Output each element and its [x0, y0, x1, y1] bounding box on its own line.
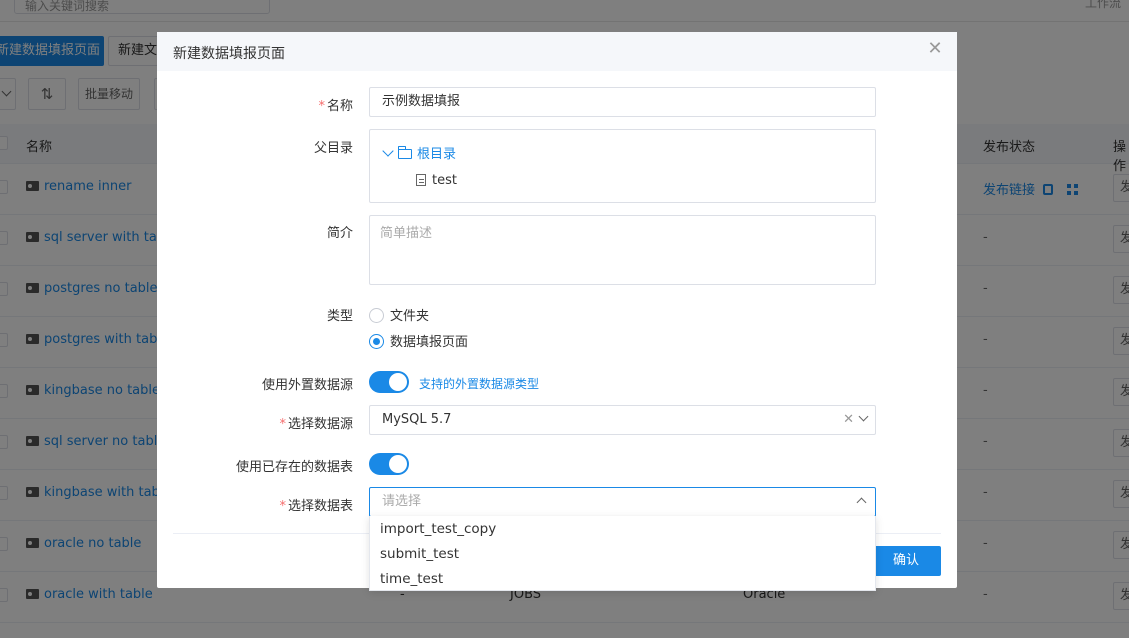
table-select-dropdown: import_test_copy submit_test time_test — [369, 516, 876, 591]
name-label: * 名称 — [157, 95, 353, 114]
radio-button-selected[interactable] — [369, 334, 384, 349]
name-label-text: 名称 — [326, 99, 353, 114]
chevron-down-icon[interactable] — [858, 411, 869, 422]
file-icon — [416, 174, 426, 186]
clear-icon[interactable]: ✕ — [843, 412, 854, 427]
parent-dir-tree: 根目录 test — [369, 129, 876, 203]
table-select[interactable]: 请选择 — [369, 487, 876, 517]
desc-label: 简介 — [326, 226, 353, 241]
ext-source-label: 使用外置数据源 — [261, 378, 353, 393]
desc-textarea[interactable]: 简单描述 — [369, 215, 876, 285]
required-mark: * — [318, 99, 325, 114]
confirm-button[interactable]: 确认 — [871, 546, 941, 576]
tree-node-root[interactable]: 根目录 — [382, 143, 456, 162]
ext-source-switch[interactable] — [369, 371, 409, 393]
dropdown-option[interactable]: import_test_copy — [380, 521, 496, 537]
type-label: 类型 — [326, 309, 353, 324]
new-form-page-dialog: 新建数据填报页面 ✕ * 名称 示例数据填报 父目录 根目录 test 简介 简单… — [157, 32, 957, 588]
tree-child-label: test — [432, 173, 457, 188]
chevron-up-icon[interactable] — [856, 497, 867, 508]
table-select-placeholder: 请选择 — [382, 494, 422, 509]
dialog-title: 新建数据填报页面 — [173, 46, 285, 62]
dropdown-option[interactable]: submit_test — [380, 546, 459, 562]
tree-node-test[interactable]: test — [416, 173, 457, 188]
radio-button[interactable] — [369, 308, 384, 323]
select-source-label: * 选择数据源 — [157, 413, 353, 432]
use-existing-label: 使用已存在的数据表 — [235, 460, 353, 475]
select-source-label-text: 选择数据源 — [287, 417, 353, 432]
dropdown-option[interactable]: time_test — [380, 571, 443, 587]
required-mark: * — [279, 499, 286, 514]
radio-form-label: 数据填报页面 — [390, 335, 469, 350]
required-mark: * — [279, 417, 286, 432]
select-icons — [856, 488, 867, 516]
folder-icon — [398, 146, 412, 159]
select-icons: ✕ — [843, 406, 869, 434]
type-radio-folder[interactable]: 文件夹 — [369, 305, 429, 324]
chevron-down-icon[interactable] — [382, 145, 394, 157]
tree-root-label: 根目录 — [417, 147, 457, 162]
parent-label: 父目录 — [313, 141, 353, 156]
type-radio-form-page[interactable]: 数据填报页面 — [369, 331, 468, 350]
dialog-header: 新建数据填报页面 ✕ — [157, 32, 957, 71]
select-table-label: * 选择数据表 — [157, 495, 353, 514]
radio-folder-label: 文件夹 — [390, 309, 430, 324]
datasource-select-value: MySQL 5.7 — [382, 412, 452, 427]
name-input[interactable]: 示例数据填报 — [369, 87, 876, 117]
supported-sources-link[interactable]: 支持的外置数据源类型 — [419, 375, 539, 392]
select-table-label-text: 选择数据表 — [287, 499, 353, 514]
close-icon[interactable]: ✕ — [927, 40, 943, 58]
datasource-select[interactable]: MySQL 5.7 ✕ — [369, 405, 876, 435]
use-existing-switch[interactable] — [369, 453, 409, 475]
